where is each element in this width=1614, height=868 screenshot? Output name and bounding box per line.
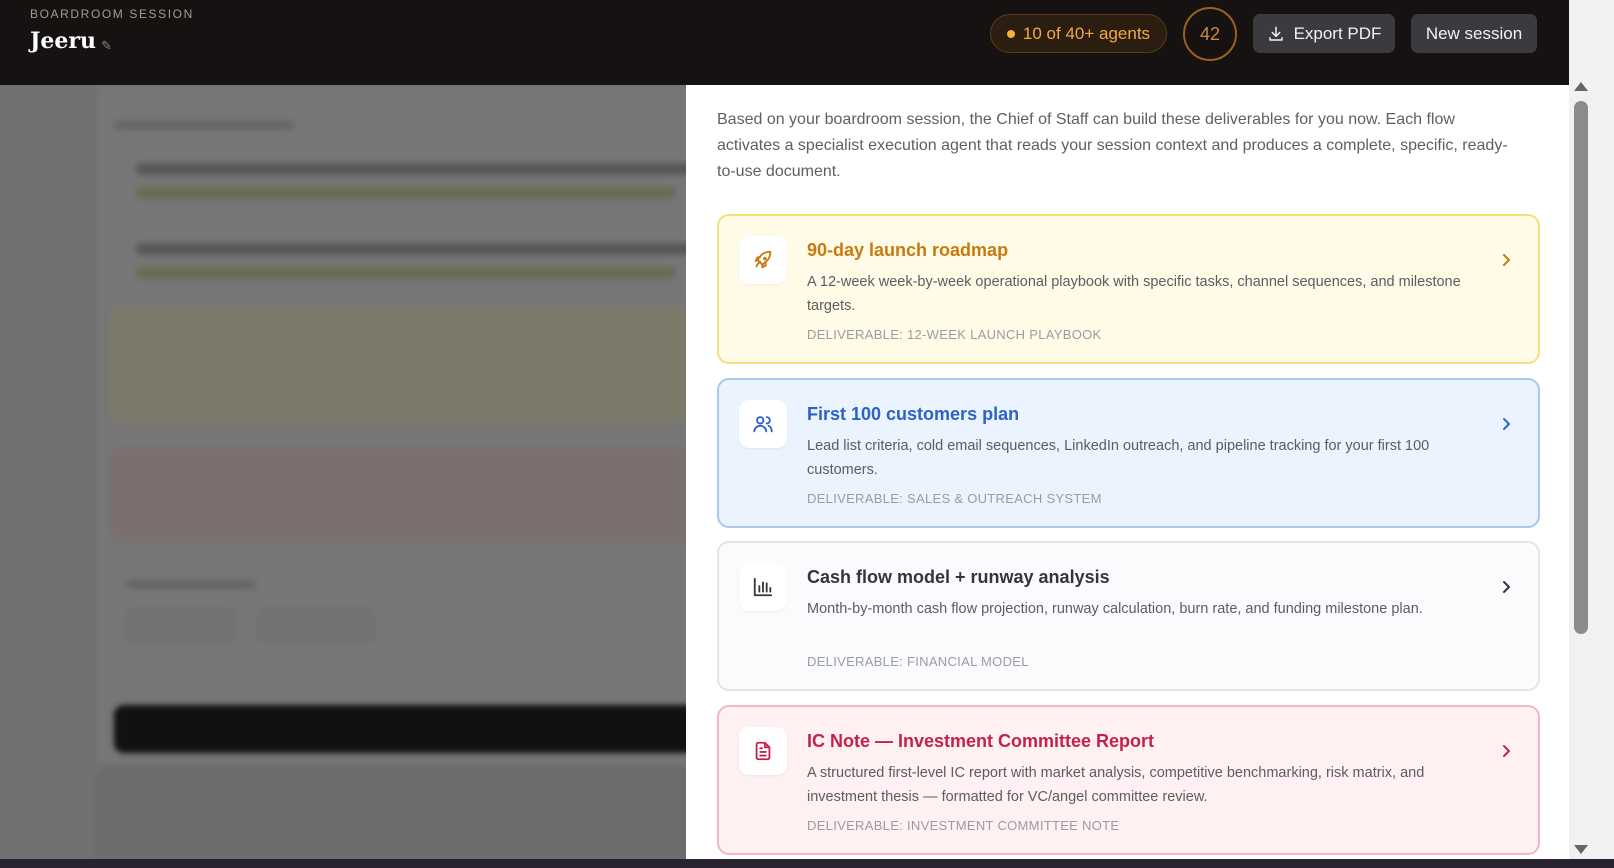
agents-count-pill[interactable]: 10 of 40+ agents [990, 14, 1167, 53]
blurred-session-card [96, 85, 686, 859]
export-pdf-button[interactable]: Export PDF [1253, 14, 1395, 53]
panel-intro-text: Based on your boardroom session, the Chi… [717, 111, 1508, 180]
new-session-label: New session [1425, 23, 1523, 43]
rocket-icon [754, 250, 772, 269]
card-description: Month-by-month cash flow projection, run… [807, 601, 1423, 617]
status-dot-icon [1006, 29, 1015, 38]
chevron-right-icon [1503, 418, 1510, 430]
top-bar: BOARDROOM SESSION Jeeru ✎ 10 of 40+ agen… [0, 0, 1569, 85]
deliverable-card-launch-roadmap[interactable]: 90-day launch roadmap A 12-week week-by-… [717, 214, 1540, 364]
deliverable-card-ic-note[interactable]: IC Note — Investment Committee Report A … [717, 705, 1540, 855]
blurred-action-bar [114, 705, 686, 753]
bar-chart-icon [753, 577, 773, 597]
card-icon-box [739, 236, 787, 284]
background-overlay[interactable] [0, 85, 686, 859]
card-description: A structured first-level IC report with … [807, 765, 1425, 805]
scrollbar-thumb[interactable] [1574, 101, 1588, 634]
card-deliverable-tag: DELIVERABLE: FINANCIAL MODEL [807, 654, 1029, 669]
chevron-right-icon [1503, 581, 1510, 593]
card-title: Cash flow model + runway analysis [807, 567, 1110, 587]
card-title: 90-day launch roadmap [807, 240, 1009, 260]
card-deliverable-tag: DELIVERABLE: SALES & OUTREACH SYSTEM [807, 491, 1102, 506]
scroll-up-arrow-icon[interactable] [1574, 82, 1588, 91]
deliverable-card-cash-flow-model[interactable]: Cash flow model + runway analysis Month-… [717, 541, 1540, 691]
chevron-right-icon [1503, 254, 1510, 266]
edit-pencil-icon[interactable]: ✎ [101, 38, 112, 54]
deliverables-panel: Based on your boardroom session, the Chi… [686, 85, 1569, 859]
card-icon-box [739, 563, 787, 611]
agents-count-label: 10 of 40+ agents [1022, 23, 1151, 43]
new-session-button[interactable]: New session [1411, 14, 1537, 53]
card-icon-box [739, 727, 787, 775]
chevron-right-icon [1503, 745, 1510, 757]
document-icon [755, 741, 771, 761]
card-description: Lead list criteria, cold email sequences… [807, 438, 1430, 478]
taskbar-strip [0, 859, 1614, 868]
card-deliverable-tag: DELIVERABLE: INVESTMENT COMMITTEE NOTE [807, 818, 1120, 833]
card-title: IC Note — Investment Committee Report [807, 731, 1155, 751]
download-icon [1268, 26, 1283, 41]
score-badge[interactable]: 42 [1183, 7, 1237, 61]
export-pdf-label: Export PDF [1293, 23, 1382, 43]
scroll-down-arrow-icon[interactable] [1574, 845, 1588, 854]
card-deliverable-tag: DELIVERABLE: 12-WEEK LAUNCH PLAYBOOK [807, 327, 1102, 342]
users-icon [753, 416, 773, 433]
card-description: A 12-week week-by-week operational playb… [807, 274, 1461, 314]
card-title: First 100 customers plan [807, 404, 1020, 424]
brand-name[interactable]: Jeeru [30, 28, 96, 54]
card-icon-box [739, 400, 787, 448]
deliverable-card-first-100-customers[interactable]: First 100 customers plan Lead list crite… [717, 378, 1540, 528]
session-eyebrow: BOARDROOM SESSION [30, 7, 194, 21]
